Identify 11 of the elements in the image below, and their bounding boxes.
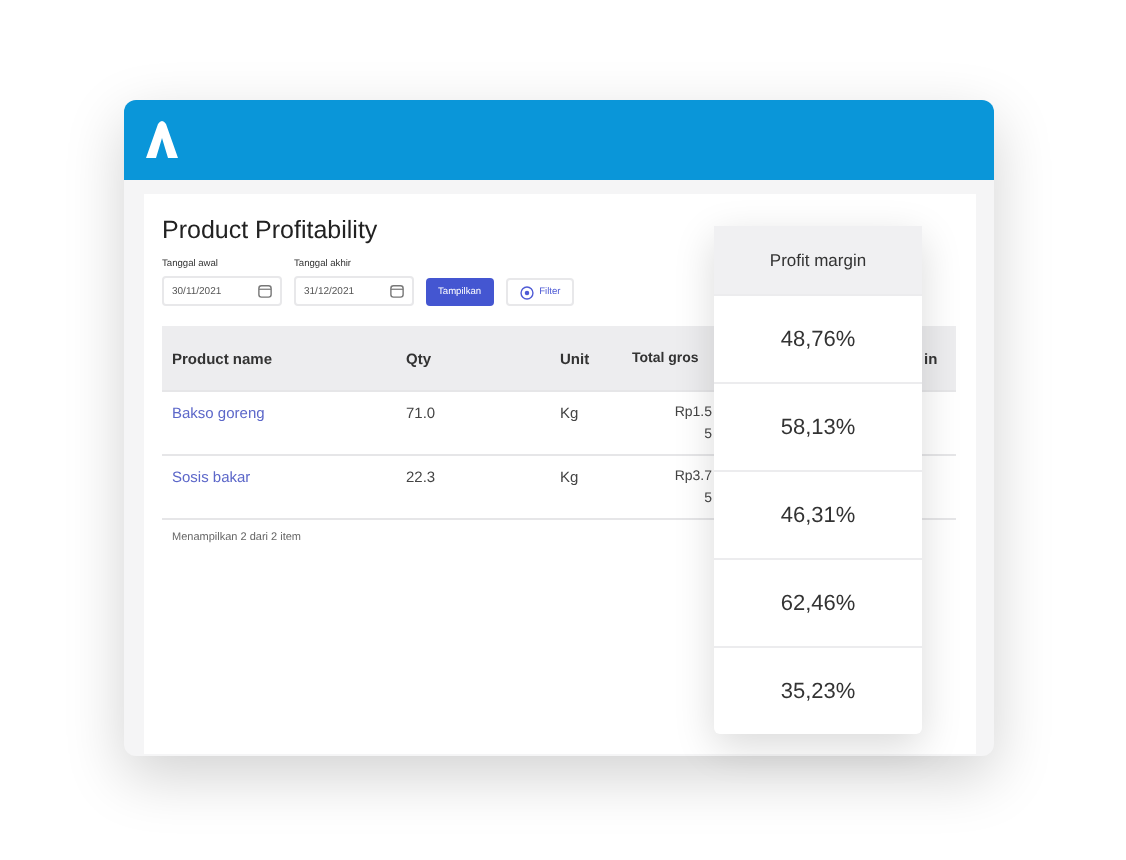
calendar-icon xyxy=(390,284,404,298)
margin-value: 48,76% xyxy=(714,294,922,382)
margin-value: 35,23% xyxy=(714,646,922,734)
calendar-icon xyxy=(258,284,272,298)
page-title: Product Profitability xyxy=(162,216,380,244)
margin-value: 58,13% xyxy=(714,382,922,470)
margin-value: 46,31% xyxy=(714,470,922,558)
margin-value: 62,46% xyxy=(714,558,922,646)
logo-icon xyxy=(142,120,182,160)
card-heading: Profit margin xyxy=(714,226,922,294)
filter-icon xyxy=(519,285,534,299)
